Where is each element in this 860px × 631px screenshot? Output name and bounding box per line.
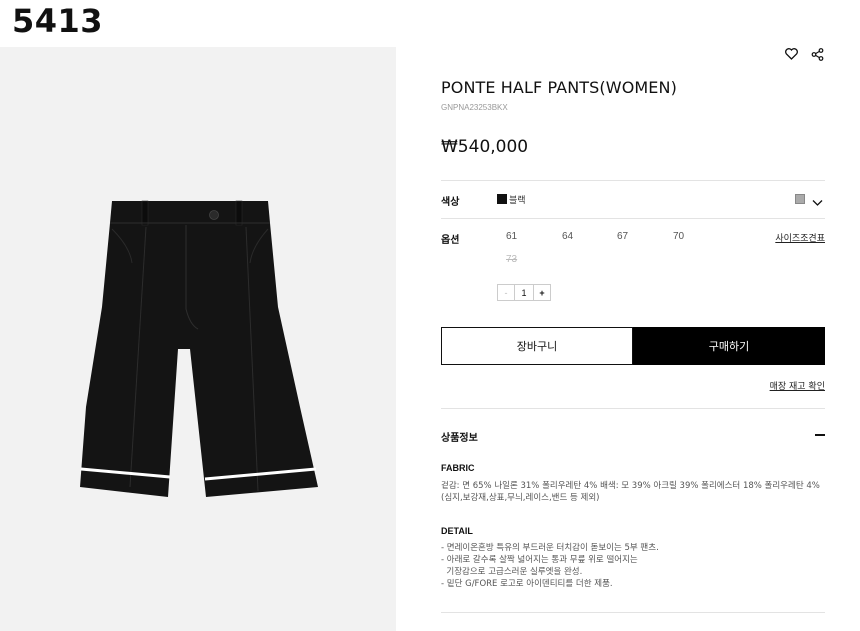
size-option-61[interactable]: 61 [506, 231, 517, 242]
fabric-line: (심지,보강재,상표,무늬,레이스,밴드 등 제외) [441, 493, 600, 503]
product-title: PONTE HALF PANTS(WOMEN) [441, 78, 677, 97]
size-option-64[interactable]: 64 [562, 231, 573, 242]
share-icon[interactable] [810, 47, 824, 61]
page-label: 5413 [12, 2, 104, 40]
detail-line: - 밑단 G/FORE 로고로 아이덴티티를 더한 제품. [441, 579, 613, 589]
color-name: 블랙 [509, 196, 526, 206]
color-swatch-thumbnail[interactable] [795, 194, 805, 204]
minus-icon[interactable] [815, 434, 825, 436]
detail-heading: DETAIL [441, 526, 473, 536]
detail-line: - 면레이온혼방 특유의 부드러운 터치감이 돋보이는 5부 팬츠. [441, 543, 659, 553]
quantity-plus-button[interactable]: + [533, 285, 550, 300]
size-option-67[interactable]: 67 [617, 231, 628, 242]
fabric-line: 겉감: 면 65% 나일론 31% 폴리우레탄 4% 배색: 모 39% 아크릴… [441, 481, 820, 491]
product-code: GNPNA23253BKX [441, 103, 508, 112]
size-option-73-soldout[interactable]: 73 [506, 254, 517, 265]
detail-line: 기장감으로 고급스러운 실루엣을 완성. [441, 567, 583, 577]
quantity-stepper: - 1 + [497, 284, 551, 301]
quantity-minus-button[interactable]: - [498, 285, 515, 300]
quantity-value[interactable]: 1 [515, 285, 533, 300]
size-option-70[interactable]: 70 [673, 231, 684, 242]
heart-icon[interactable] [784, 47, 798, 61]
chevron-down-icon[interactable] [812, 194, 823, 212]
divider [441, 612, 825, 613]
divider [441, 180, 825, 181]
color-label: 색상 [441, 197, 460, 208]
fabric-heading: FABRIC [441, 463, 475, 473]
top-actions [784, 47, 824, 61]
shorts-illustration [80, 200, 318, 497]
add-to-cart-button[interactable]: 장바구니 [441, 327, 633, 365]
color-chip[interactable] [497, 194, 507, 204]
size-guide-link[interactable]: 사이즈조견표 [775, 231, 825, 244]
size-label: 옵션 [441, 235, 460, 246]
store-stock-link[interactable]: 매장 재고 확인 [770, 379, 825, 392]
divider [441, 218, 825, 219]
detail-line: - 아래로 갈수록 살짝 넓어지는 통과 무릎 위로 떨어지는 [441, 555, 638, 565]
divider [441, 408, 825, 409]
product-info-title[interactable]: 상품정보 [441, 429, 478, 444]
product-price: ₩540,000 [441, 137, 529, 157]
product-image [0, 47, 396, 631]
buy-now-button[interactable]: 구매하기 [633, 327, 825, 365]
